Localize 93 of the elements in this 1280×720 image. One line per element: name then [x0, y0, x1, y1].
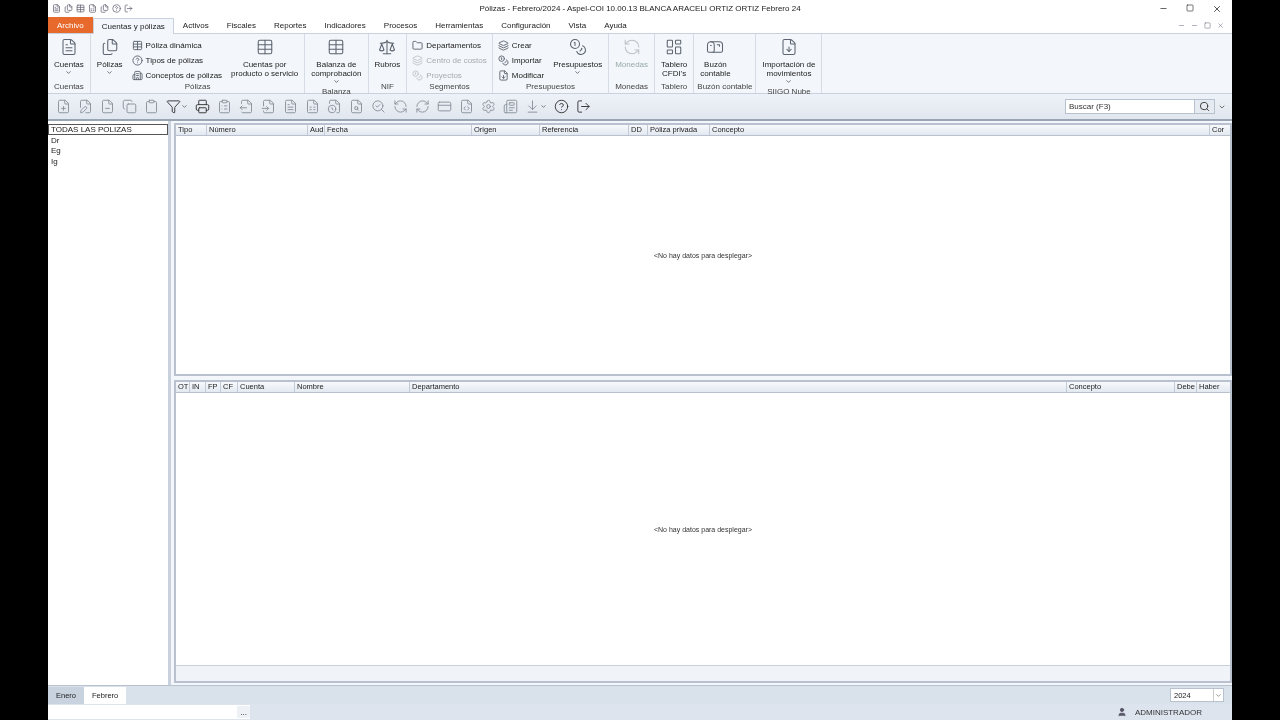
window-title: Pólizas - Febrero/2024 - Aspel-COI 10.00.13 BLANCA ARACELI ORTIZ ORTIZ Febrero 24: [478, 4, 802, 13]
print-icon: [195, 99, 210, 114]
quick-access-icon[interactable]: [124, 4, 133, 13]
close-icon[interactable]: [1212, 3, 1222, 14]
ribbon-button[interactable]: Tablero CFDI's: [658, 36, 691, 80]
restore-icon[interactable]: [1204, 22, 1211, 29]
group-label: Pólizas: [183, 82, 212, 93]
remove-file-icon: [100, 99, 115, 114]
ribbon-button[interactable]: Cuentas: [51, 36, 87, 78]
tree-item[interactable]: Dr: [48, 134, 168, 145]
user-icon: [1116, 707, 1127, 717]
ribbon-button[interactable]: Pólizas: [93, 36, 126, 78]
status-field[interactable]: ...: [48, 705, 250, 719]
group-label: Tablero: [660, 82, 689, 93]
clipboard-list-icon: [217, 99, 232, 114]
file-export-icon: [239, 99, 254, 114]
ribbon-small-button[interactable]: Póliza dinámica: [129, 38, 225, 52]
menu-tab[interactable]: Configuración: [492, 17, 560, 33]
newspaper-icon: [503, 99, 518, 114]
group-label: Monedas: [614, 82, 650, 93]
caret-icon: [540, 103, 547, 110]
caret-icon: [106, 69, 114, 76]
ribbon-button[interactable]: Cuentas por producto o servicio: [228, 36, 302, 80]
ribbon-button[interactable]: Importación de movimientos: [759, 36, 819, 87]
caret-icon: [574, 69, 582, 76]
edit-file-icon: [78, 99, 93, 114]
menu-tab[interactable]: Vista: [559, 17, 596, 33]
new-file-icon: [56, 99, 71, 114]
toolbar-button[interactable]: [552, 97, 571, 116]
filter-icon: [166, 99, 181, 114]
file-clock-icon: [327, 99, 342, 114]
toolbar-button[interactable]: [164, 97, 190, 116]
caret-icon: [181, 103, 188, 110]
menu-tab[interactable]: Procesos: [374, 17, 427, 33]
spreadsheet-icon: [305, 99, 320, 114]
clipboard-icon: [144, 99, 159, 114]
search-button[interactable]: [1195, 99, 1215, 114]
group-label: Presupuestos: [525, 82, 576, 93]
ribbon-small-button[interactable]: Crear: [495, 38, 547, 52]
file-import-icon: [261, 99, 276, 114]
exit-icon: [576, 99, 591, 114]
ribbon-button[interactable]: Presupuestos: [550, 36, 606, 78]
menu-tab[interactable]: Activos: [173, 17, 218, 33]
ribbon-small-button[interactable]: Conceptos de pólizas: [129, 68, 225, 82]
tree-item[interactable]: Ig: [48, 155, 168, 166]
caret-icon: [785, 78, 793, 85]
ribbon-button[interactable]: Rubros: [371, 36, 404, 71]
group-label: Buzón contable: [697, 82, 753, 93]
menu-tab[interactable]: Indicadores: [315, 17, 375, 33]
tree-item[interactable]: Eg: [48, 145, 168, 156]
menu-tab[interactable]: Cuentas y pólizas: [92, 18, 174, 34]
caret-icon: [332, 78, 340, 85]
quick-access-icon[interactable]: [100, 4, 109, 13]
search-check-icon: [371, 99, 386, 114]
settings-icon: [481, 99, 496, 114]
ribbon-button[interactable]: Balanza de comprobación: [308, 36, 365, 87]
card-icon: [437, 99, 452, 114]
copy-icon: [122, 99, 137, 114]
ribbon-small-button[interactable]: Modificar: [495, 68, 547, 82]
menu-tab[interactable]: Reportes: [265, 17, 316, 33]
search-icon: [1199, 101, 1210, 112]
download-icon: [525, 99, 540, 114]
group-label: Cuentas: [53, 82, 85, 93]
caret-icon: [1215, 691, 1222, 699]
user-name: ADMINISTRADOR: [1134, 707, 1202, 717]
ribbon-small-button[interactable]: Importar: [495, 53, 547, 67]
maximize-icon[interactable]: [1186, 3, 1194, 12]
browse-button[interactable]: ...: [237, 706, 250, 718]
quick-access-icon[interactable]: [64, 4, 73, 13]
toolbar-button[interactable]: [193, 97, 212, 116]
group-label: Balanza: [320, 87, 352, 96]
menu-tab[interactable]: Fiscales: [217, 17, 265, 33]
group-label: Segmentos: [428, 82, 471, 93]
tree-item[interactable]: TODAS LAS POLIZAS: [48, 124, 168, 135]
caret-icon: [65, 69, 73, 76]
quick-access-icon[interactable]: [76, 4, 85, 13]
quick-access-icon[interactable]: [52, 4, 61, 13]
xml-file-icon: [459, 99, 474, 114]
sync-icon: [415, 99, 430, 114]
menu-tab[interactable]: Ayuda: [595, 17, 636, 33]
quick-access-icon[interactable]: [112, 4, 121, 13]
search-field[interactable]: Buscar (F3): [1065, 99, 1195, 114]
ribbon-button[interactable]: Buzón contable: [697, 36, 734, 80]
group-label: NIF: [379, 82, 395, 93]
help-icon: [554, 99, 569, 114]
group-label: SIIGO Nube: [766, 87, 812, 96]
file-search-icon: [349, 99, 364, 114]
quick-access-icon[interactable]: [88, 4, 97, 13]
refresh-icon: [393, 99, 408, 114]
ribbon-small-button[interactable]: Departamentos: [410, 38, 489, 52]
menu-tab[interactable]: Herramientas: [426, 17, 493, 33]
toolbar-button[interactable]: [574, 97, 593, 116]
ribbon-small-button[interactable]: Tipos de pólizas: [129, 53, 225, 67]
